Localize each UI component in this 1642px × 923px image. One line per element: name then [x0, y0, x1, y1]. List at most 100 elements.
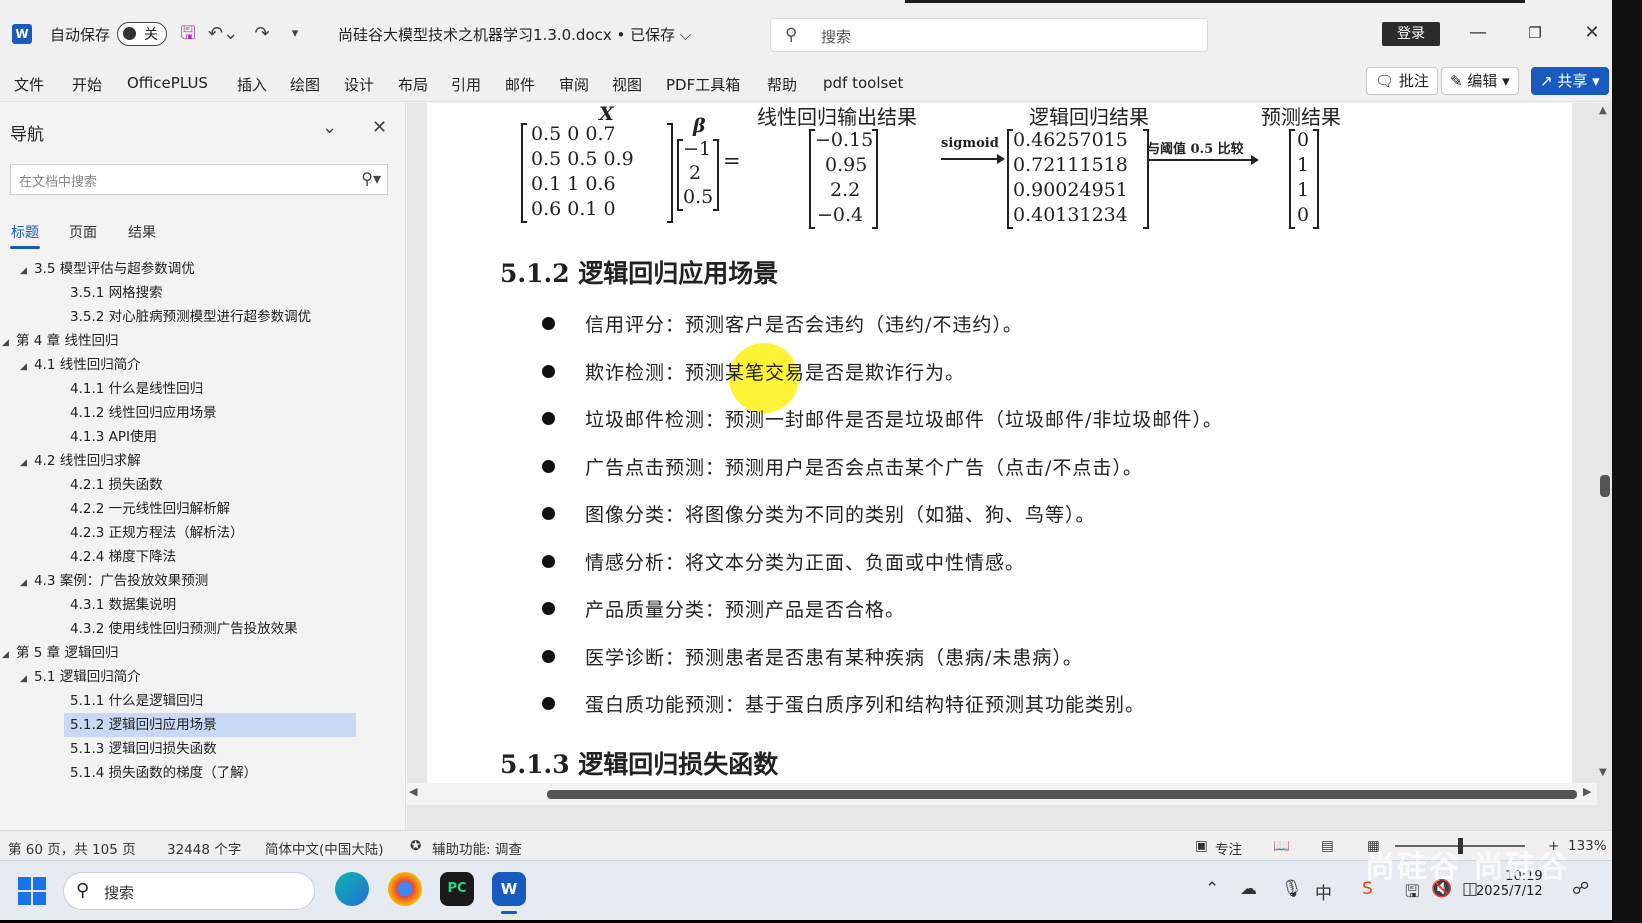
collapse-triangle-icon[interactable]: ◢ — [20, 259, 34, 283]
nav-search-placeholder: 在文档中搜索 — [19, 175, 98, 190]
print-layout-icon[interactable]: ▤ — [1321, 838, 1334, 854]
autosave-toggle[interactable]: 关 — [117, 22, 167, 46]
nav-item[interactable]: 3.5.1 网格搜索 — [64, 281, 163, 305]
nav-item[interactable]: ◢ 4.1 线性回归简介 — [20, 353, 141, 377]
page-count[interactable]: 第 60 页，共 105 页 — [8, 838, 136, 858]
nav-item[interactable]: 4.2.2 一元线性回归解析解 — [64, 497, 230, 521]
logistic-value: 0.72111518 — [1013, 154, 1128, 176]
horizontal-scrollbar[interactable]: ◀ ▶ — [407, 783, 1597, 805]
customize-toolbar-icon[interactable]: ▾ — [286, 22, 304, 46]
menu-layout[interactable]: 布局 — [398, 74, 428, 95]
nav-item[interactable]: ◢ 5.1 逻辑回归简介 — [20, 665, 141, 689]
menu-view[interactable]: 视图 — [612, 74, 642, 95]
screen-edge — [1612, 0, 1642, 923]
microphone-icon[interactable]: 🎙 — [1281, 879, 1303, 899]
close-icon[interactable]: ✕ — [1572, 18, 1612, 48]
nav-item[interactable]: 4.3.1 数据集说明 — [64, 593, 176, 617]
bullet-text: 医学诊断：预测患者是否患有某种疾病（患病/未患病）。 — [585, 646, 1083, 669]
save-icon[interactable]: 🖫 — [176, 22, 200, 46]
document-title[interactable]: 尚硅谷大模型技术之机器学习1.3.0.docx • 已保存 ⌵ — [338, 24, 691, 45]
redo-icon[interactable]: ↷ — [250, 22, 274, 46]
menu-design[interactable]: 设计 — [344, 74, 374, 95]
nav-item[interactable]: 3.5.2 对心脏病预测模型进行超参数调优 — [64, 305, 311, 329]
chrome-browser-icon[interactable] — [388, 872, 422, 906]
vertical-scrollbar[interactable]: ▲ ▼ — [1597, 103, 1612, 783]
language-status[interactable]: 简体中文(中国大陆) — [265, 838, 384, 858]
menu-officeplus[interactable]: OfficePLUS — [127, 74, 208, 92]
nav-item[interactable]: ◢ 4.2 线性回归求解 — [20, 449, 141, 473]
prediction-title: 预测结果 — [1261, 105, 1341, 129]
search-icon[interactable]: ⚲▾ — [361, 169, 381, 188]
pycharm-icon[interactable]: PC — [440, 872, 474, 906]
menu-review[interactable]: 审阅 — [559, 74, 589, 95]
undo-icon[interactable]: ↶⌄ — [208, 22, 238, 46]
input-method-icon[interactable]: 中 — [1315, 879, 1332, 904]
menu-file[interactable]: 文件 — [14, 74, 44, 95]
tab-headings[interactable]: 标题 — [11, 222, 39, 242]
nav-item[interactable]: ◢ 第 5 章 逻辑回归 — [2, 641, 118, 665]
nav-item[interactable]: ◢ 第 4 章 线性回归 — [2, 329, 118, 353]
menu-pdf-toolbox[interactable]: PDF工具箱 — [666, 74, 740, 95]
nav-item[interactable]: 4.2.4 梯度下降法 — [64, 545, 176, 569]
login-button[interactable]: 登录 — [1382, 22, 1440, 46]
menu-draw[interactable]: 绘图 — [290, 74, 320, 95]
read-mode-icon[interactable]: 📖 — [1273, 838, 1290, 854]
nav-item[interactable]: ◢ 4.3 案例：广告投放效果预测 — [20, 569, 208, 593]
nav-item[interactable]: 5.1.1 什么是逻辑回归 — [64, 689, 203, 713]
nav-search-input[interactable]: 在文档中搜索 ⚲▾ — [10, 164, 388, 195]
vertical-scroll-thumb[interactable] — [1600, 475, 1610, 497]
nav-item[interactable]: 4.1.3 API使用 — [64, 425, 157, 449]
chevron-down-icon[interactable]: ⌄ — [322, 117, 337, 138]
edge-browser-icon[interactable] — [335, 872, 369, 906]
word-taskbar-icon[interactable]: W — [492, 872, 526, 914]
collapse-triangle-icon[interactable]: ◢ — [20, 355, 34, 379]
nav-item[interactable]: 4.2.1 损失函数 — [64, 473, 163, 497]
menu-pdf-toolset[interactable]: pdf toolset — [823, 74, 903, 92]
nav-item[interactable]: ◢ 3.5 模型评估与超参数调优 — [20, 257, 195, 281]
menu-references[interactable]: 引用 — [451, 74, 481, 95]
collapse-triangle-icon[interactable]: ◢ — [20, 667, 34, 691]
collapse-triangle-icon[interactable]: ◢ — [20, 571, 34, 595]
word-count[interactable]: 32448 个字 — [167, 838, 241, 858]
menu-help[interactable]: 帮助 — [767, 74, 797, 95]
accessibility-status[interactable]: 辅助功能: 调查 — [432, 838, 522, 858]
edit-button[interactable]: ✎ 编辑 ▾ — [1441, 67, 1519, 95]
taskbar-search[interactable]: ⚲ 搜索 — [63, 872, 315, 910]
chevron-up-icon[interactable]: ⌃ — [1205, 879, 1219, 899]
collapse-triangle-icon[interactable]: ◢ — [2, 331, 16, 355]
collapse-triangle-icon[interactable]: ◢ — [20, 451, 34, 475]
pred-bracket-left — [1289, 129, 1295, 229]
zoom-level[interactable]: 133% — [1568, 838, 1607, 854]
notification-icon[interactable]: ☍ — [1572, 879, 1589, 899]
close-icon[interactable]: ✕ — [372, 117, 387, 138]
title-search[interactable]: ⚲ 搜索 — [770, 18, 1208, 52]
scroll-left-icon[interactable]: ◀ — [409, 785, 417, 798]
collapse-triangle-icon[interactable]: ◢ — [2, 643, 16, 667]
scroll-right-icon[interactable]: ▶ — [1583, 785, 1591, 798]
nav-item-label: 4.2.2 一元线性回归解析解 — [70, 501, 231, 517]
logistic-value: 0.90024951 — [1013, 179, 1128, 201]
nav-item[interactable]: 4.3.2 使用线性回归预测广告投放效果 — [64, 617, 298, 641]
nav-item[interactable]: 5.1.4 损失函数的梯度（了解） — [64, 761, 257, 785]
windows-start-icon[interactable] — [18, 877, 46, 905]
cloud-icon[interactable]: ☁ — [1240, 879, 1257, 899]
menu-home[interactable]: 开始 — [72, 74, 102, 95]
nav-item[interactable]: 4.1.2 线性回归应用场景 — [64, 401, 217, 425]
restore-icon[interactable]: ❐ — [1515, 18, 1555, 48]
scroll-down-icon[interactable]: ▼ — [1599, 767, 1607, 778]
nav-item[interactable]: 4.1.1 什么是线性回归 — [64, 377, 203, 401]
nav-item[interactable]: 4.2.3 正规方程法（解析法） — [64, 521, 244, 545]
minimize-icon[interactable]: — — [1458, 18, 1498, 48]
share-icon: ↗ — [1540, 72, 1558, 90]
menu-mailings[interactable]: 邮件 — [505, 74, 535, 95]
focus-mode[interactable]: 专注 — [1215, 838, 1242, 858]
scroll-up-icon[interactable]: ▲ — [1599, 105, 1607, 116]
menu-insert[interactable]: 插入 — [237, 74, 267, 95]
nav-item-selected[interactable]: 5.1.2 逻辑回归应用场景 — [64, 713, 356, 737]
horizontal-scroll-thumb[interactable] — [547, 790, 1577, 799]
share-button[interactable]: ↗ 共享 ▾ — [1531, 67, 1609, 95]
tab-pages[interactable]: 页面 — [69, 222, 97, 242]
tab-results[interactable]: 结果 — [128, 222, 156, 242]
comment-button[interactable]: 🗨 批注 — [1366, 67, 1438, 95]
nav-item[interactable]: 5.1.3 逻辑回归损失函数 — [64, 737, 217, 761]
